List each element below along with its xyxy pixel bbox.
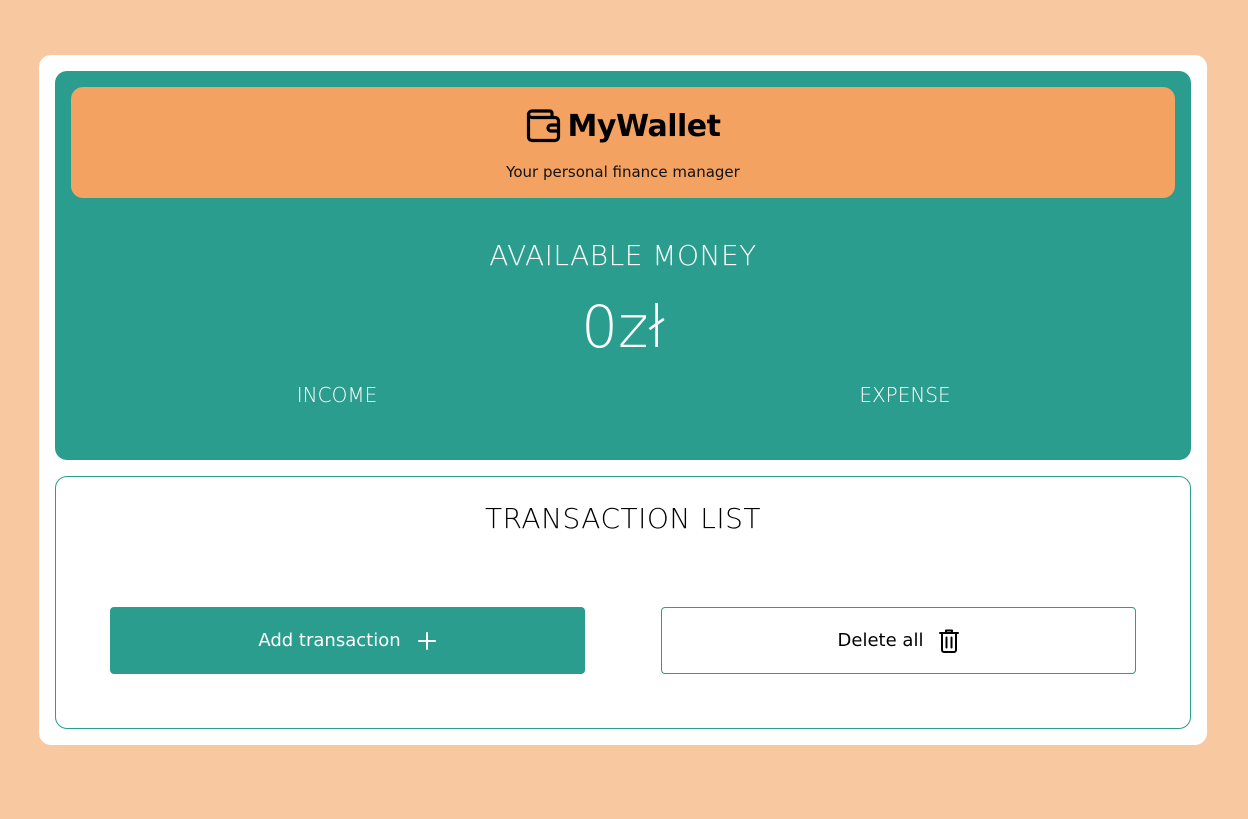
transaction-list-title: TRANSACTION LIST [484,502,761,535]
trash-icon [939,629,960,653]
expense-label: EXPENSE [859,383,951,407]
wallet-icon [526,108,562,144]
available-money-label: AVAILABLE MONEY [489,239,757,272]
available-money-value: 0zł [581,293,665,361]
delete-all-label: Delete all [837,630,924,651]
brand-name: MyWallet [567,108,721,144]
plus-icon [417,631,437,651]
brand: MyWallet [71,108,1175,144]
delete-all-button[interactable]: Delete all [661,607,1136,674]
add-transaction-label: Add transaction [258,630,401,651]
app-header: MyWallet Your personal finance manager [71,87,1175,198]
tagline: Your personal finance manager [506,163,740,181]
income-label: INCOME [296,383,378,407]
transaction-list-panel: TRANSACTION LIST Add transaction Delete … [55,476,1191,729]
app-container: MyWallet Your personal finance manager A… [39,55,1207,745]
summary-panel: MyWallet Your personal finance manager A… [55,71,1191,460]
add-transaction-button[interactable]: Add transaction [110,607,585,674]
